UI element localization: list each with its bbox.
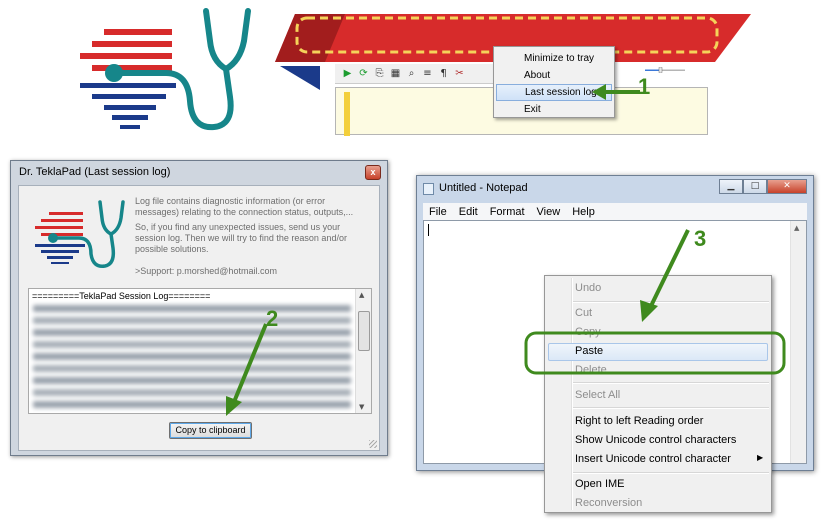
menu-separator [573, 472, 769, 474]
scroll-down-icon[interactable]: ▼ [359, 403, 364, 411]
log-blurred-line [33, 329, 351, 336]
logo-stripe [104, 29, 172, 35]
step-1-arrow [592, 84, 640, 100]
find-icon[interactable]: ⌕ [405, 67, 418, 80]
editor-gutter [344, 92, 350, 136]
menu-item-exit[interactable]: Exit [496, 101, 612, 118]
log-blurred-line [33, 389, 351, 396]
logo-stripe [104, 105, 156, 110]
logo-stripe [92, 94, 166, 99]
play-icon[interactable]: ▶ [341, 67, 354, 80]
paste-callout-box [524, 331, 786, 375]
banner-navy-corner [280, 66, 320, 90]
log-blurred-line [33, 365, 351, 372]
step-2-arrow [226, 323, 268, 416]
menu-file[interactable]: File [423, 206, 453, 218]
menu-item-reconversion[interactable]: Reconversion [575, 497, 642, 509]
stethoscope-tube [203, 8, 229, 72]
resize-grip[interactable] [369, 440, 377, 448]
minimize-icon[interactable]: ▁ [719, 179, 743, 194]
notepad-app-icon [423, 183, 434, 195]
menu-view[interactable]: View [531, 206, 567, 218]
scroll-thumb[interactable] [358, 311, 370, 351]
close-icon[interactable]: ✕ [767, 179, 807, 194]
bookmark-icon[interactable]: ⎘ [373, 67, 386, 80]
menu-separator [573, 407, 769, 409]
menu-icon-strip [571, 278, 573, 510]
cut-icon[interactable]: ✂ [453, 67, 466, 80]
logo-stripe [120, 125, 140, 129]
list-icon[interactable]: ≡ [421, 67, 434, 80]
logo-stripe [80, 53, 172, 59]
log-blurred-line [33, 317, 351, 324]
menu-item-show-unicode[interactable]: Show Unicode control characters [575, 434, 736, 446]
stethoscope-chestpiece [105, 64, 123, 82]
menu-item-open-ime[interactable]: Open IME [575, 478, 625, 490]
teklapad-logo-large [80, 8, 251, 131]
copy-to-clipboard-button[interactable]: Copy to clipboard [169, 422, 252, 439]
step-3-number: 3 [694, 226, 707, 251]
scroll-up-icon[interactable]: ▲ [794, 224, 799, 232]
menu-item-undo[interactable]: Undo [575, 282, 601, 294]
support-email: >Support: p.morshed@hotmail.com [135, 266, 277, 276]
notepad-scrollbar[interactable]: ▲ [790, 221, 806, 463]
slider-thumb[interactable] [658, 67, 663, 73]
dialog-title: Dr. TeklaPad (Last session log) [19, 166, 171, 178]
menu-item-select-all[interactable]: Select All [575, 389, 620, 401]
log-blurred-line [33, 353, 351, 360]
session-log-textbox[interactable]: =========TeklaPad Session Log======== ▲ … [28, 288, 372, 414]
log-scrollbar[interactable]: ▲ ▼ [355, 289, 371, 413]
dialog-body: Log file contains diagnostic information… [18, 185, 380, 451]
info-line: So, if you find any unexpected issues, s… [135, 222, 347, 254]
submenu-arrow-icon: ▶ [757, 453, 764, 462]
logo-stripe [80, 83, 176, 88]
window-controls: ▁ □ ✕ [719, 179, 807, 194]
app-toolbar: ▶ ⟳ ⎘ ▦ ⌕ ≡ ¶ ✂ [335, 64, 495, 84]
menu-item-insert-unicode[interactable]: Insert Unicode control character [575, 453, 731, 465]
zoom-slider[interactable] [625, 67, 705, 73]
menu-format[interactable]: Format [484, 206, 531, 218]
log-header: =========TeklaPad Session Log======== [32, 291, 211, 301]
notepad-title: Untitled - Notepad [439, 182, 528, 194]
menu-help[interactable]: Help [566, 206, 601, 218]
menu-item-cut[interactable]: Cut [575, 307, 592, 319]
log-blurred-line [33, 401, 351, 408]
menu-separator [573, 382, 769, 384]
maximize-icon[interactable]: □ [743, 179, 767, 194]
log-blurred-line [33, 341, 351, 348]
format-icon[interactable]: ¶ [437, 67, 450, 80]
calculator-icon[interactable]: ▦ [389, 67, 402, 80]
step-1-number: 1 [638, 74, 651, 99]
log-blurred-line [33, 377, 351, 384]
logo-stripe [92, 41, 172, 47]
logo-stripe [112, 115, 148, 120]
step-2-number: 2 [266, 306, 279, 331]
close-icon[interactable]: x [365, 165, 381, 180]
menu-item-minimize-to-tray[interactable]: Minimize to tray [496, 50, 612, 67]
log-blurred-line [33, 305, 351, 312]
step-3-arrow [640, 229, 690, 322]
text-caret [428, 224, 429, 236]
dialog-info-text: Log file contains diagnostic information… [135, 196, 371, 259]
session-log-dialog: Dr. TeklaPad (Last session log) x Log fi… [10, 160, 388, 456]
refresh-icon[interactable]: ⟳ [357, 67, 370, 80]
scroll-up-icon[interactable]: ▲ [359, 291, 364, 299]
menu-item-rtl-reading-order[interactable]: Right to left Reading order [575, 415, 703, 427]
info-line: Log file contains diagnostic information… [135, 196, 354, 217]
teklapad-logo-small [35, 200, 125, 268]
menu-edit[interactable]: Edit [453, 206, 484, 218]
notepad-menubar: File Edit Format View Help [423, 203, 807, 220]
